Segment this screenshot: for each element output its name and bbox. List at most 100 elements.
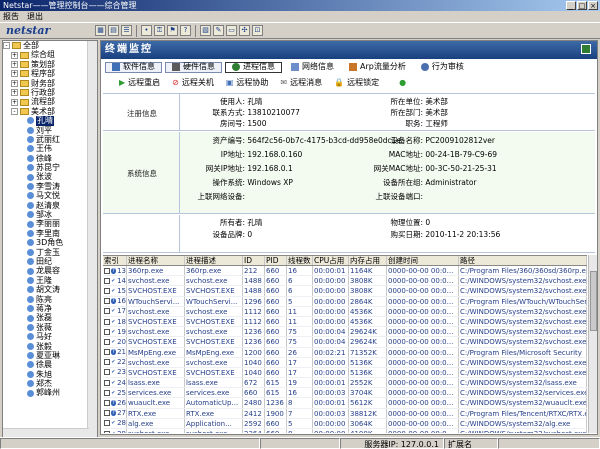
row-checkbox[interactable] — [104, 379, 110, 386]
remote-lock-button[interactable]: 🔒 远程锁定 — [334, 77, 379, 88]
table-row[interactable]: ✔ 23 SVCHOST.EXE SVCHOST.EXE 1040 660 17 00:00:… — [103, 367, 587, 379]
row-checkbox[interactable] — [104, 400, 110, 407]
tree-user-item[interactable]: 陈亮 — [3, 295, 97, 304]
tree-user-item[interactable]: 张磊 — [3, 313, 97, 322]
row-checkbox[interactable] — [104, 430, 110, 433]
toolbar-dot-icon[interactable]: • — [141, 25, 152, 36]
save-icon[interactable] — [581, 44, 591, 54]
process-table-scrollbar[interactable] — [588, 255, 597, 433]
tree-user-item[interactable]: 马文悦 — [3, 191, 97, 200]
toolbar-edit-icon[interactable]: ✎ — [213, 25, 224, 36]
tree-user-item[interactable]: 张毅 — [3, 342, 97, 351]
tree-user-item[interactable]: 李丽丽 — [3, 219, 97, 228]
column-header[interactable]: 索引 — [103, 256, 127, 265]
table-row[interactable]: ? 26 wuauclt.exe AutomaticUp... 2480 1236 8 00:… — [103, 398, 587, 409]
tree-user-item[interactable]: 李雪涛 — [3, 182, 97, 191]
toolbar-pin-icon[interactable]: ⊡ — [252, 25, 263, 36]
expand-icon[interactable]: + — [11, 79, 18, 87]
column-header[interactable]: 进程描述 — [185, 256, 243, 265]
expand-icon[interactable]: + — [11, 89, 18, 97]
column-header[interactable]: 进程名称 — [127, 256, 185, 265]
row-checkbox[interactable] — [104, 267, 110, 274]
row-checkbox[interactable] — [104, 318, 110, 325]
table-row[interactable]: ? 16 WTouchServi... WTouchServi... 1296 660 5 0… — [103, 296, 587, 307]
tree-user-item[interactable]: 郭峰州 — [3, 388, 97, 397]
table-row[interactable]: ✔ 24 lsass.exe lsass.exe 672 615 19 00:00:01 255… — [103, 378, 587, 389]
menu-exit[interactable]: 退出 — [27, 11, 43, 22]
tree-user-item[interactable]: 赵清泉 — [3, 201, 97, 210]
row-checkbox[interactable] — [104, 308, 110, 315]
row-checkbox[interactable] — [104, 298, 110, 305]
tree-user-item[interactable]: 龙晨容 — [3, 266, 97, 275]
tree-folder[interactable]: + 财务部 — [3, 79, 97, 88]
column-header[interactable]: 线程数 — [287, 256, 313, 265]
column-header[interactable]: CPU占用 — [313, 256, 349, 265]
tab-process[interactable]: 进程信息 — [225, 61, 282, 73]
tree-user-item[interactable]: 3D角色 — [3, 238, 97, 247]
tree-folder[interactable]: + 行政部 — [3, 88, 97, 97]
tree-user-item[interactable]: 孔晴 — [3, 116, 97, 126]
table-row[interactable]: ✔29svchost.exesvchost.exe2364660800:00:0… — [103, 429, 587, 433]
row-checkbox[interactable] — [104, 338, 110, 345]
table-row[interactable]: ✔ 15 SVCHOST.EXE SVCHOST.EXE 1488 660 6 00:00:0… — [103, 286, 587, 297]
tree-folder[interactable]: + 程序部 — [3, 69, 97, 78]
tree-user-item[interactable]: 田纪 — [3, 257, 97, 266]
toolbar-key-icon[interactable]: ⚿ — [154, 25, 165, 36]
tree-user-item[interactable]: 张薇 — [3, 323, 97, 332]
column-header[interactable]: PID — [265, 256, 287, 265]
row-checkbox[interactable] — [104, 369, 110, 376]
table-row[interactable]: ✔ 17 svchost.exe svchost.exe 1112 660 11 00:00:… — [103, 306, 587, 317]
tab-software[interactable]: 软件信息 — [105, 61, 162, 73]
tree-folder[interactable]: + 策划部 — [3, 60, 97, 69]
tree-user-item[interactable]: 王隆 — [3, 276, 97, 285]
tree-user-item[interactable]: 刘平 — [3, 126, 97, 135]
expand-icon[interactable]: - — [11, 107, 18, 115]
tree-user-item[interactable]: 徐峰 — [3, 154, 97, 163]
tree-folder[interactable]: + 综合组 — [3, 50, 97, 59]
menu-report[interactable]: 报告 — [3, 11, 19, 22]
table-row[interactable]: ? 13 360rp.exe 360rp.exe 212 660 16 00:00:01 116… — [103, 266, 587, 277]
row-checkbox[interactable] — [104, 277, 110, 284]
row-checkbox[interactable] — [104, 389, 110, 396]
expand-icon[interactable]: + — [11, 98, 18, 106]
expand-icon[interactable]: + — [11, 60, 18, 68]
tree-user-item[interactable]: 邹冰 — [3, 210, 97, 219]
refresh-icon[interactable]: ● — [399, 78, 406, 87]
scrollbar-thumb[interactable] — [590, 271, 597, 331]
tab-network[interactable]: 网络信息 — [285, 62, 340, 73]
department-tree[interactable]: - 全部 + 综合组 + 策划部 + 程序部 + 财务部 + 行政部 + 流程部 - 美术部 孔晴 刘平 武丽红 王伟… — [2, 40, 98, 439]
toolbar-grid-icon[interactable]: ▦ — [95, 25, 106, 36]
toolbar-question-icon[interactable]: ? — [180, 25, 191, 36]
toolbar-table-icon[interactable]: ▤ — [108, 25, 119, 36]
minimize-button[interactable]: _ — [566, 1, 576, 10]
row-checkbox[interactable] — [104, 410, 110, 417]
remote-restart-button[interactable]: ▶ 远程重启 — [119, 77, 160, 88]
table-row[interactable]: ✔ 25 services.exe services.exe 660 615 16 00:00… — [103, 388, 587, 399]
maximize-button[interactable]: □ — [577, 1, 587, 10]
tree-user-item[interactable]: 李里南 — [3, 229, 97, 238]
tree-user-item[interactable]: 张波 — [3, 172, 97, 181]
toolbar-doc-icon[interactable]: ▭ — [226, 25, 237, 36]
collapse-icon[interactable]: - — [3, 42, 10, 50]
tree-user-item[interactable]: 夏亚琳 — [3, 351, 97, 360]
toolbar-flag-icon[interactable]: ⚑ — [167, 25, 178, 36]
tree-folder[interactable]: + 流程部 — [3, 97, 97, 106]
table-row[interactable]: ✔ 20 SVCHOST.EXE SVCHOST.EXE 1236 660 75 00:00:… — [103, 337, 587, 348]
expand-icon[interactable]: + — [11, 51, 18, 59]
tree-user-item[interactable]: 朱旭 — [3, 370, 97, 379]
toolbar-report-icon[interactable]: ▧ — [200, 25, 211, 36]
column-header[interactable]: ID — [243, 256, 265, 265]
toolbar-move-icon[interactable]: ✣ — [239, 25, 250, 36]
table-row[interactable]: ✔ 22 svchost.exe svchost.exe 1040 660 17 00:00:… — [103, 357, 587, 368]
tree-user-item[interactable]: 马好 — [3, 332, 97, 341]
tree-vertical-scrollbar[interactable] — [87, 41, 97, 438]
row-checkbox[interactable] — [104, 420, 110, 427]
table-row[interactable]: ? 21 MsMpEng.exe MsMpEng.exe 1200 660 26 00:02:… — [103, 347, 587, 358]
remote-assist-button[interactable]: ▣ 远程协助 — [226, 77, 269, 88]
row-checkbox[interactable] — [104, 359, 110, 366]
expand-icon[interactable]: + — [11, 70, 18, 78]
tree-user-item[interactable]: 丁金玉 — [3, 248, 97, 257]
table-row[interactable]: ✔ 28 alg.exe Application... 2592 660 5 00:00:00… — [103, 418, 587, 429]
toolbar-list-icon[interactable]: ☰ — [121, 25, 132, 36]
tree-user-item[interactable]: 徐晨 — [3, 360, 97, 369]
